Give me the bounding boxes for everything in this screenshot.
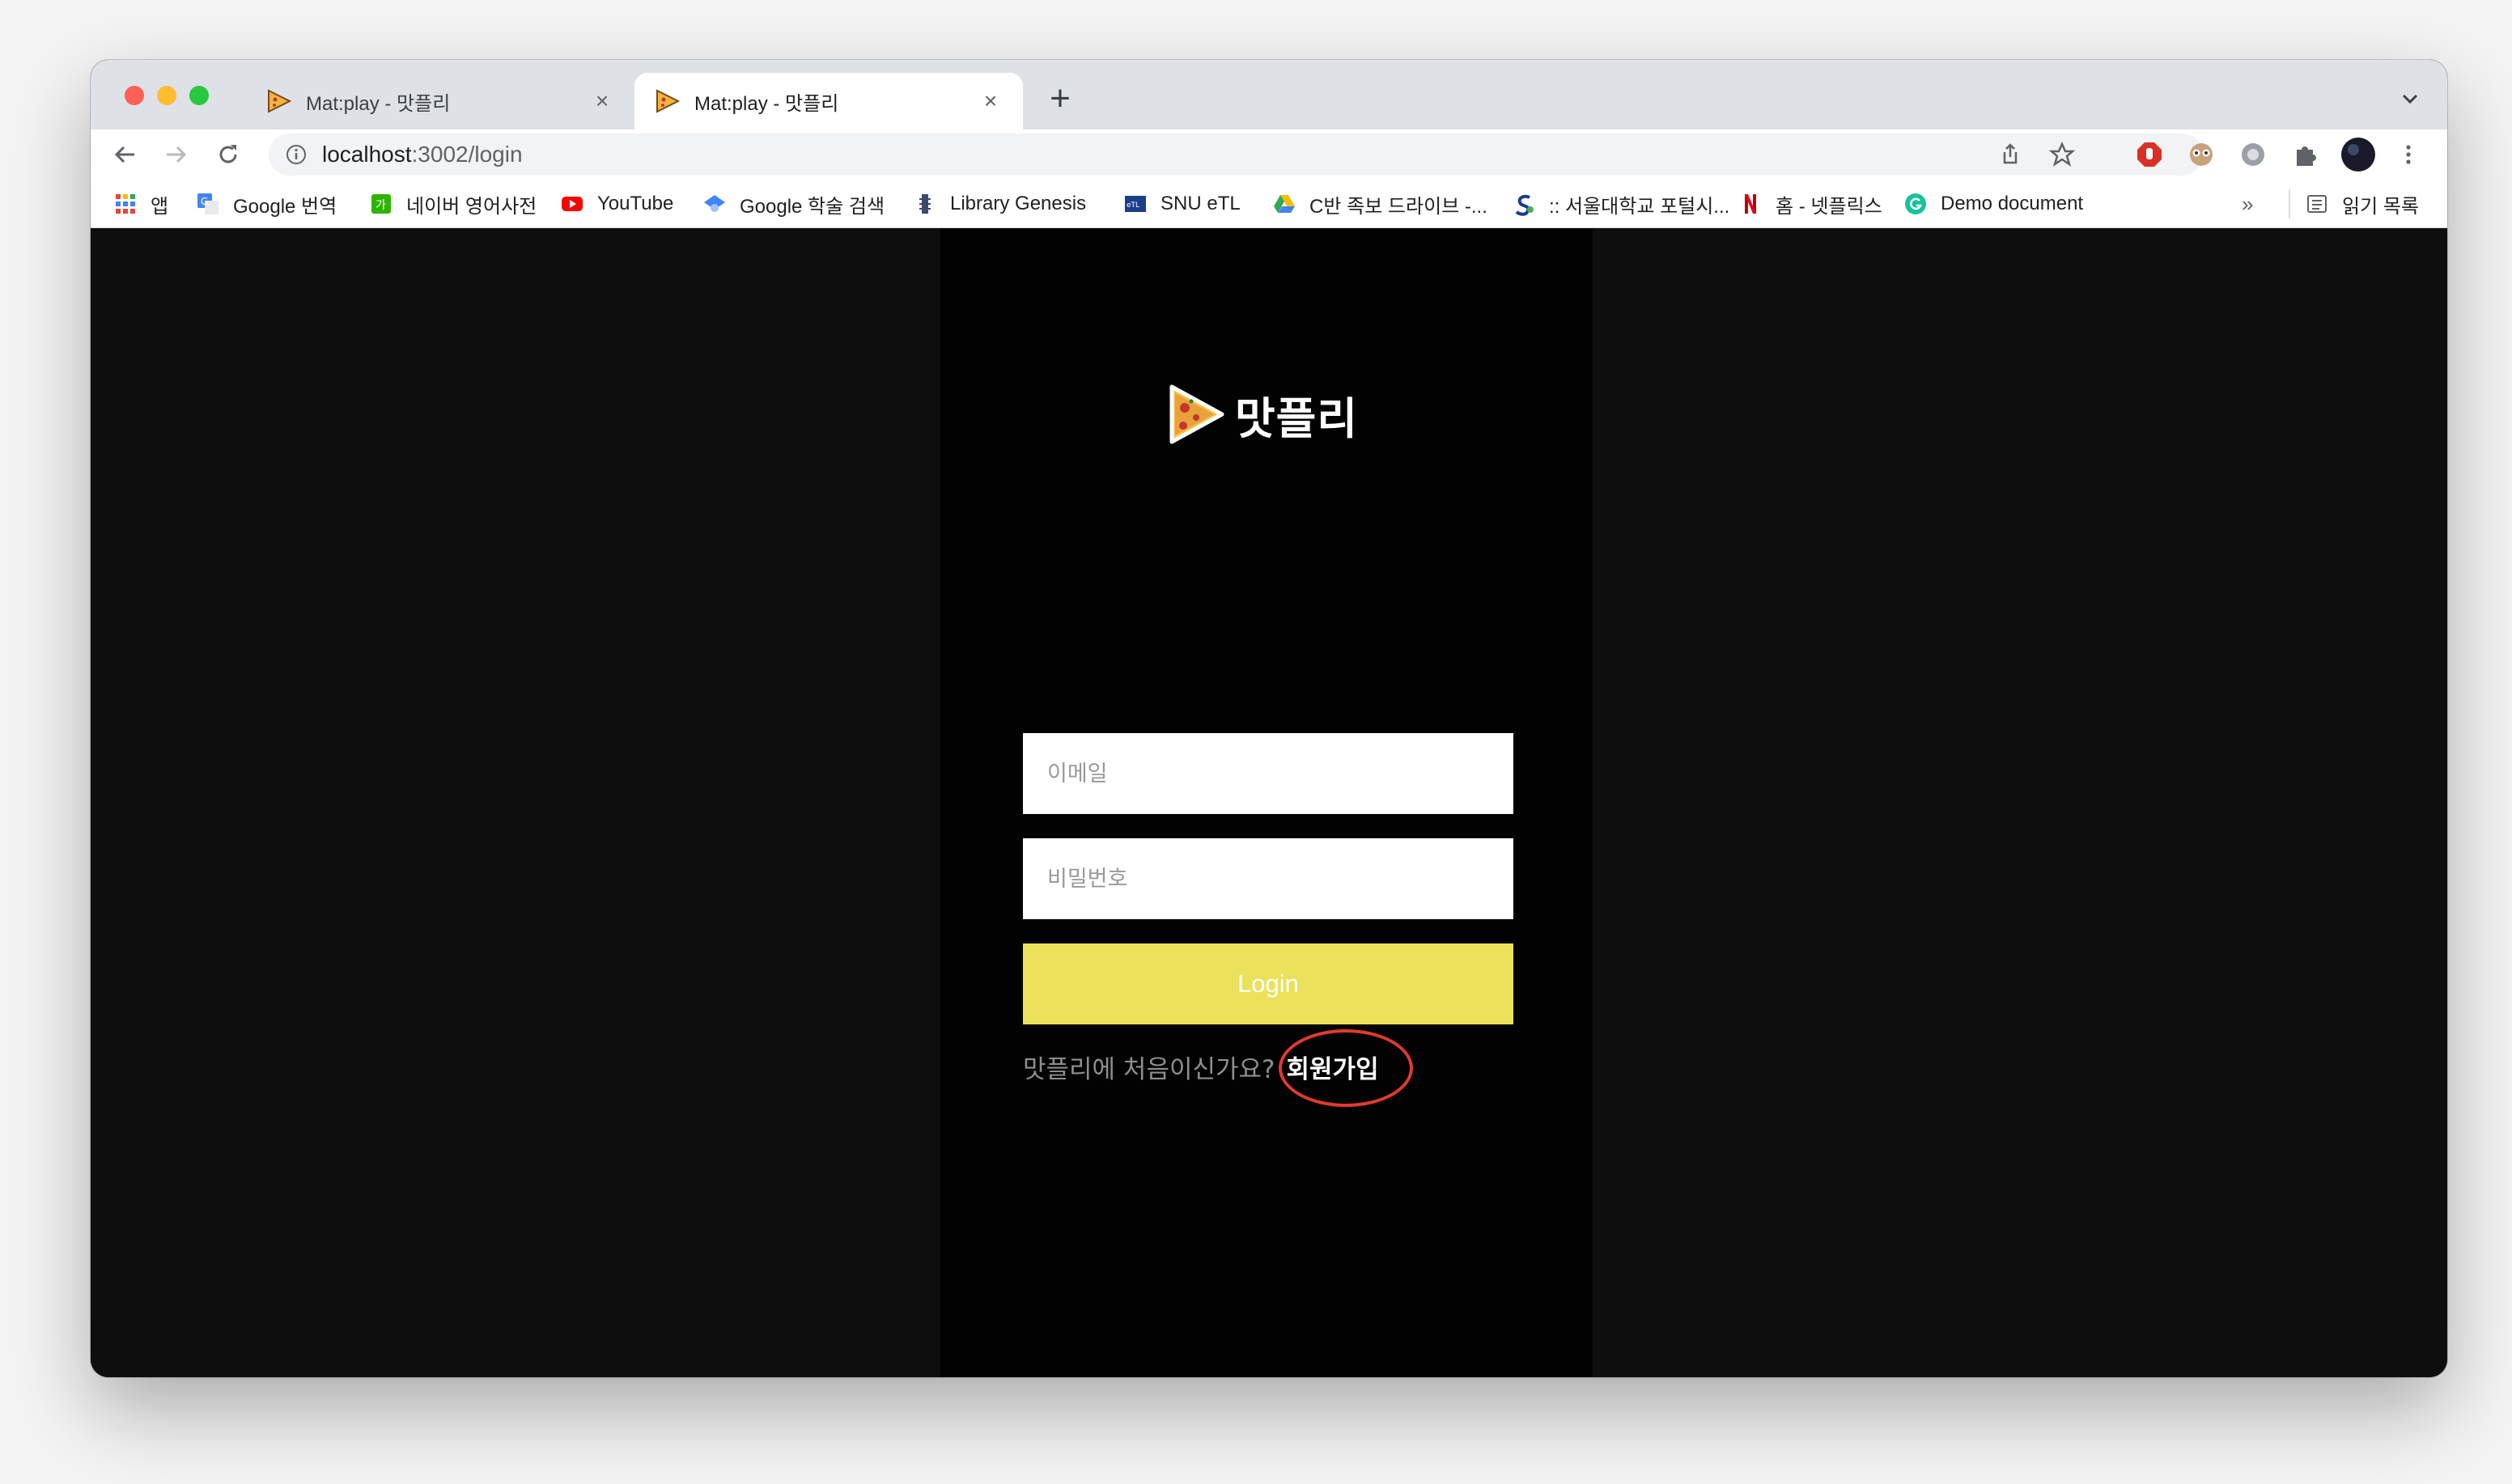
bookmark-google-drive[interactable]: C반 족보 드라이브 -... (1272, 189, 1487, 218)
svg-text:G: G (201, 196, 208, 207)
close-window-button[interactable] (125, 86, 144, 105)
bookmark-google-translate[interactable]: G Google 번역 (196, 189, 337, 218)
bookmark-label: :: 서울대학교 포털시... (1549, 195, 1730, 218)
password-input[interactable] (1023, 838, 1513, 919)
bookmark-library-genesis[interactable]: Library Genesis (913, 189, 1086, 218)
bookmark-label: Demo document (1941, 193, 2084, 214)
bookmark-label: SNU eTL (1161, 193, 1241, 214)
browser-window: Mat:play - 맛플리 × Mat:play - 맛플리 × + loca… (91, 60, 2447, 1377)
minimize-window-button[interactable] (157, 86, 176, 105)
reading-list-button[interactable]: 읽기 목록 (2289, 189, 2419, 218)
tab-search-chevron-icon[interactable] (2395, 84, 2425, 113)
site-info-icon[interactable] (285, 143, 308, 166)
reading-list-label: 읽기 목록 (2342, 195, 2419, 218)
back-arrow-icon[interactable] (110, 140, 139, 169)
address-bar[interactable]: localhost:3002/login (269, 134, 2203, 176)
bookmarks-overflow-button[interactable]: » (2242, 189, 2253, 218)
youtube-icon (562, 197, 583, 211)
share-icon[interactable] (1996, 140, 2025, 169)
bookmark-snu-etl[interactable]: eTL SNU eTL (1123, 189, 1241, 218)
bookmark-naver-dictionary[interactable]: 가 네이버 영어사전 (369, 189, 537, 218)
forward-arrow-icon[interactable] (162, 140, 191, 169)
app-logo: 맛플리 (1167, 382, 1358, 447)
reload-icon[interactable] (214, 140, 243, 169)
tab-close-icon[interactable]: × (589, 88, 615, 114)
login-button[interactable]: Login (1023, 943, 1513, 1024)
matplay-favicon-icon (656, 89, 680, 113)
bookmark-youtube[interactable]: YouTube (560, 189, 673, 218)
bookmark-netflix[interactable]: 홈 - 넷플릭스 (1738, 189, 1882, 218)
bookmark-snu-portal[interactable]: :: 서울대학교 포털시... (1512, 189, 1729, 218)
naver-dictionary-icon: 가 (371, 194, 391, 214)
annotation-circle (1279, 1029, 1413, 1107)
reading-list-icon (2307, 195, 2327, 213)
email-input[interactable] (1023, 733, 1513, 814)
maximize-window-button[interactable] (189, 86, 209, 105)
bookmark-label: YouTube (597, 193, 674, 214)
tab-title: Mat:play - 맛플리 (306, 92, 451, 115)
bookmark-apps[interactable]: 앱 (113, 189, 168, 218)
svg-text:가: 가 (376, 199, 386, 212)
more-menu-icon[interactable] (2394, 140, 2423, 169)
bookmark-demo-document[interactable]: Demo document (1903, 189, 2083, 218)
svg-text:eTL: eTL (1127, 201, 1139, 210)
grammarly-icon (1905, 193, 1926, 214)
google-drive-icon (1274, 195, 1295, 213)
pizza-play-logo-icon (1169, 384, 1224, 444)
netflix-icon (1745, 194, 1756, 214)
url-host: localhost (322, 142, 412, 167)
grey-extension-icon[interactable] (2238, 140, 2268, 169)
tab-strip: Mat:play - 맛플리 × Mat:play - 맛플리 × + (91, 60, 2447, 129)
library-genesis-icon (919, 194, 931, 214)
tab-matplay-1[interactable]: Mat:play - 맛플리 × (246, 73, 634, 129)
bookmark-google-scholar[interactable]: Google 학술 검색 (702, 189, 885, 218)
browser-toolbar: localhost:3002/login (91, 129, 2447, 180)
snu-etl-icon: eTL (1125, 196, 1146, 212)
google-scholar-icon (704, 195, 725, 212)
tab-matplay-2[interactable]: Mat:play - 맛플리 × (634, 73, 1023, 129)
matplay-favicon-icon (268, 89, 291, 113)
signup-prompt: 맛플리에 처음이신가요? (1023, 1054, 1275, 1084)
bookmark-label: 앱 (151, 195, 169, 218)
new-tab-button[interactable]: + (1041, 79, 1080, 118)
bookmark-label: C반 족보 드라이브 -... (1309, 195, 1487, 218)
bookmark-label: Google 번역 (233, 195, 337, 218)
owl-extension-icon[interactable] (2187, 140, 2216, 169)
adblock-extension-icon[interactable] (2135, 140, 2164, 169)
bookmark-label: Google 학술 검색 (740, 195, 885, 218)
bookmark-star-icon[interactable] (2047, 140, 2077, 169)
tab-title: Mat:play - 맛플리 (694, 92, 839, 115)
brand-name: 맛플리 (1235, 392, 1359, 444)
extensions-puzzle-icon[interactable] (2290, 140, 2319, 169)
bookmark-label: Library Genesis (950, 193, 1087, 214)
apps-grid-icon (116, 194, 135, 214)
bookmarks-bar: 앱 G Google 번역 가 네이버 영어사전 YouTube Google … (91, 180, 2447, 228)
bookmark-label: 홈 - 넷플릭스 (1776, 195, 1882, 218)
tab-close-icon[interactable]: × (978, 88, 1004, 114)
snu-portal-icon (1515, 194, 1534, 216)
bookmark-label: 네이버 영어사전 (406, 195, 537, 218)
google-translate-icon: G (197, 193, 219, 214)
profile-avatar-icon[interactable] (2340, 137, 2376, 172)
url-path: :3002/login (411, 142, 523, 167)
page-content: 맛플리 Login 맛플리에 처음이신가요? 회원가입 (91, 228, 2447, 1377)
